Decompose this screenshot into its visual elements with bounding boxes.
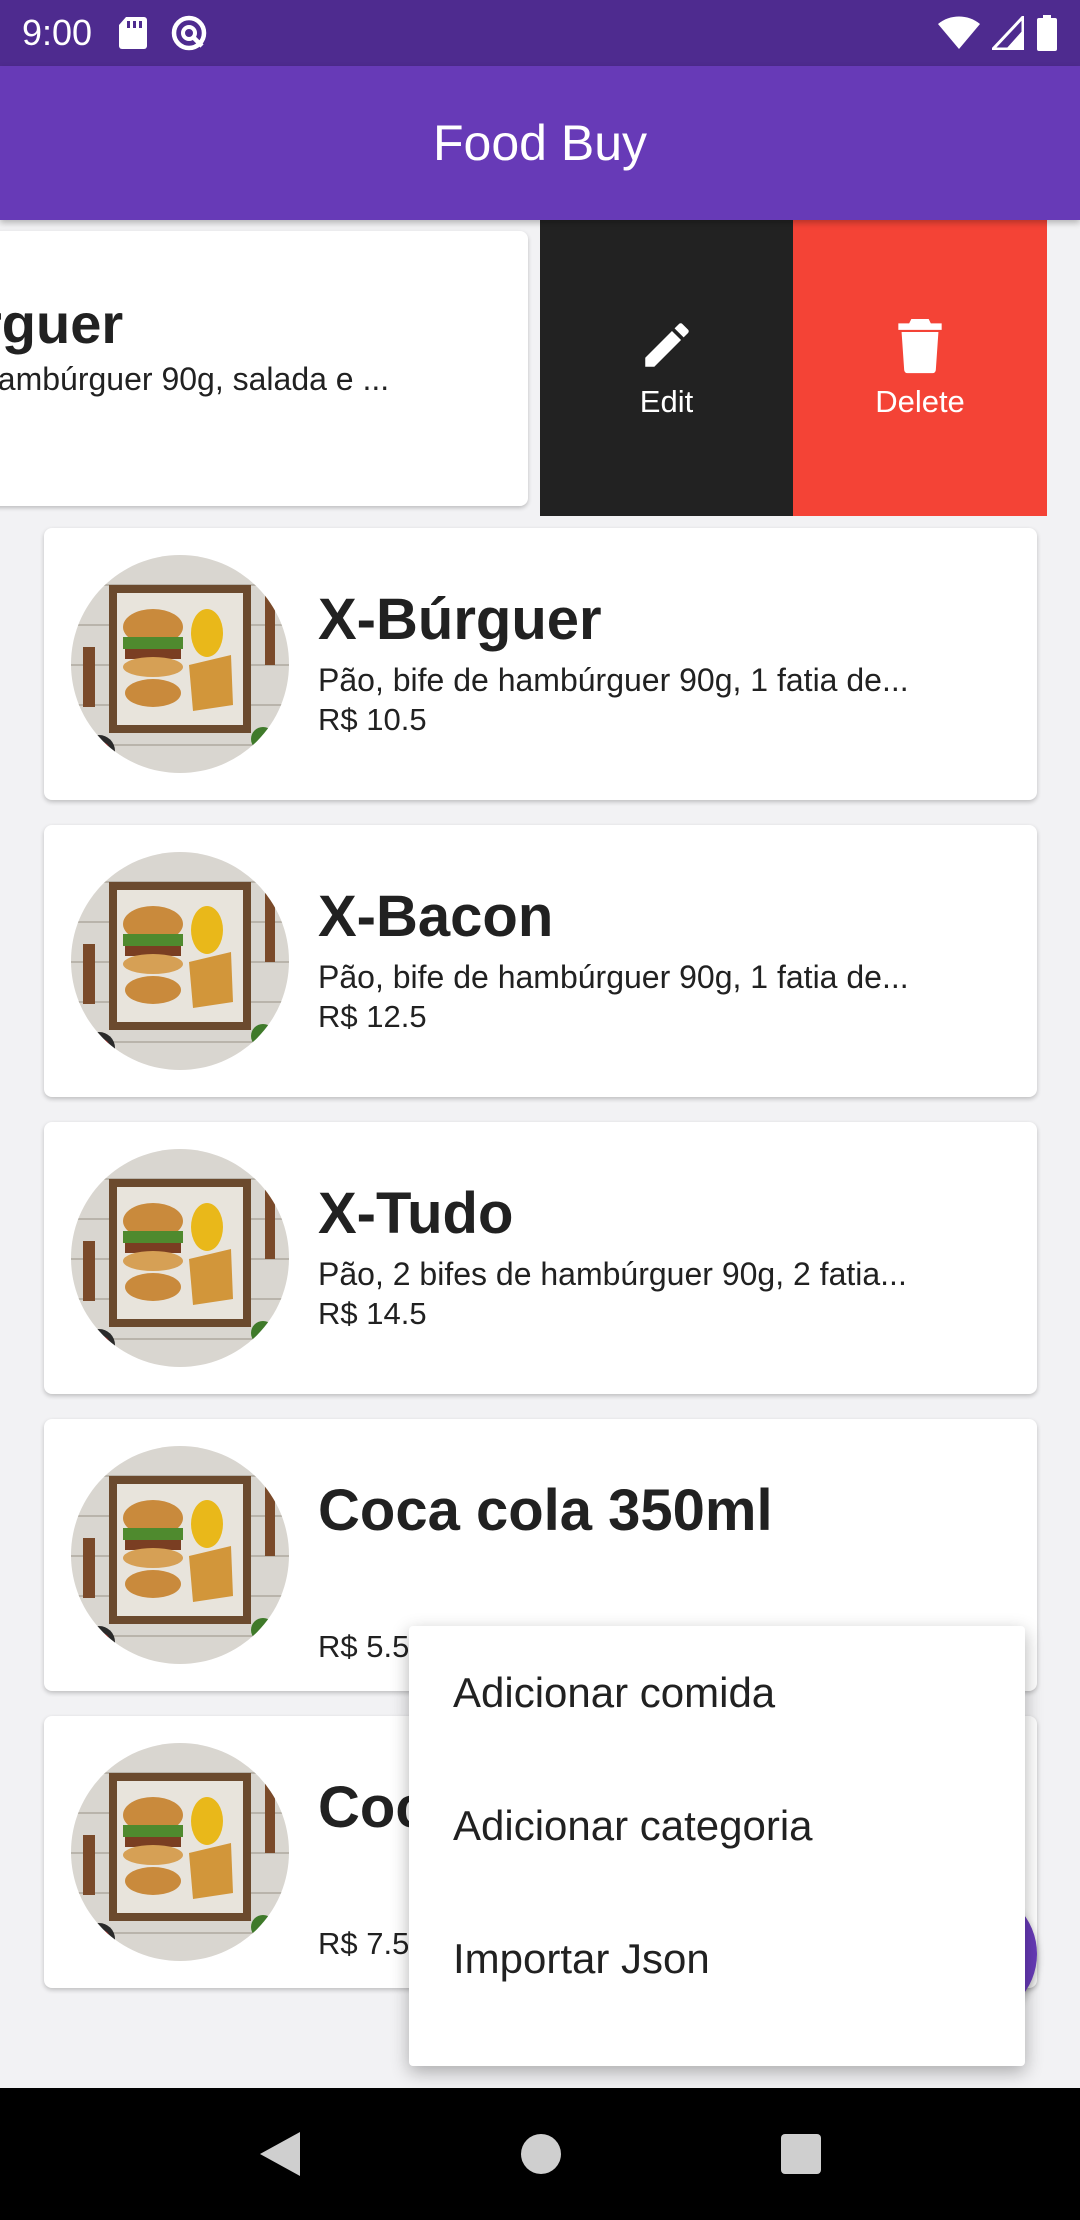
menu-item-add-category[interactable]: Adicionar categoria	[409, 1759, 1025, 1892]
delete-button[interactable]: Delete	[793, 220, 1047, 516]
signal-icon	[992, 16, 1024, 50]
app-bar: Food Buy	[0, 66, 1080, 220]
burger-image	[71, 1743, 289, 1961]
food-price: R$ 14.5	[318, 1296, 427, 1331]
pencil-icon	[644, 323, 689, 367]
edit-label: Edit	[639, 384, 694, 419]
status-bar: 9:00	[0, 0, 1080, 66]
food-name: X-Tudo	[318, 1181, 514, 1246]
sync-disabled-icon	[171, 15, 207, 51]
burger-image	[71, 555, 289, 773]
food-list-item[interactable]: X-Tudo Pão, 2 bifes de hambúrguer 90g, 2…	[44, 1122, 1037, 1394]
navigation-bar	[0, 2088, 1080, 2220]
burger-image	[71, 1149, 289, 1367]
food-price: R$ 12.5	[318, 999, 427, 1034]
food-name: X-Bacon	[318, 884, 554, 949]
food-name: X-Búrguer	[318, 587, 602, 652]
swiped-item-description: hambúrguer 90g, salada e ...	[0, 361, 390, 397]
wifi-icon	[938, 16, 980, 49]
app-title: Food Buy	[432, 115, 647, 171]
food-description: Pão, 2 bifes de hambúrguer 90g, 2 fatia.…	[318, 1256, 907, 1292]
back-icon[interactable]	[258, 2130, 302, 2178]
food-list-item[interactable]: X-Bacon Pão, bife de hambúrguer 90g, 1 f…	[44, 825, 1037, 1097]
burger-image	[71, 1446, 289, 1664]
food-description: Pão, bife de hambúrguer 90g, 1 fatia de.…	[318, 959, 909, 995]
food-name: Coca cola 350ml	[318, 1478, 773, 1543]
menu-item-import-json[interactable]: Importar Json	[409, 1892, 1025, 2025]
swiped-list-item[interactable]: rguer hambúrguer 90g, salada e ...	[0, 231, 528, 506]
edit-button[interactable]: Edit	[540, 220, 793, 516]
overflow-menu: Adicionar comida Adicionar categoria Imp…	[409, 1626, 1025, 2066]
battery-icon	[1037, 15, 1057, 51]
trash-icon	[898, 319, 942, 374]
food-price: R$ 10.5	[318, 702, 427, 737]
food-description: Pão, bife de hambúrguer 90g, 1 fatia de.…	[318, 662, 909, 698]
burger-image	[71, 852, 289, 1070]
food-price: R$ 5.5	[318, 1629, 410, 1664]
sd-card-icon	[119, 17, 148, 49]
status-time: 9:00	[22, 12, 93, 53]
swiped-item-title: rguer	[0, 292, 124, 355]
menu-item-add-food[interactable]: Adicionar comida	[409, 1626, 1025, 1759]
delete-label: Delete	[875, 384, 965, 419]
home-icon[interactable]	[519, 2132, 563, 2176]
food-price: R$ 7.5	[318, 1926, 410, 1961]
recents-icon[interactable]	[780, 2133, 822, 2175]
food-list-item[interactable]: X-Búrguer Pão, bife de hambúrguer 90g, 1…	[44, 528, 1037, 800]
